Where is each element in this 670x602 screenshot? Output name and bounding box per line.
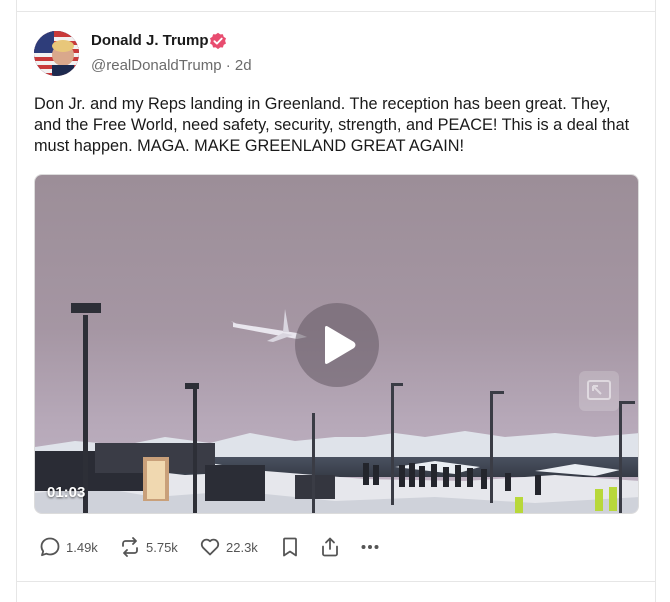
more-options-button[interactable] (359, 534, 381, 560)
author-handle[interactable]: @realDonaldTrump (91, 57, 222, 74)
picture-in-picture-icon (587, 380, 611, 400)
picture-in-picture-button[interactable] (579, 371, 619, 411)
post: Donald J. Trump @realDonaldTrump · 2d Do… (17, 12, 655, 581)
retruth-icon (122, 537, 138, 557)
divider (17, 581, 655, 582)
action-bar: 1.49k 5.75k 22.3k (39, 534, 439, 560)
bookmark-button[interactable] (279, 534, 301, 560)
verified-badge-icon (210, 32, 226, 50)
author-name[interactable]: Donald J. Trump (91, 32, 209, 49)
reply-count: 1.49k (66, 539, 98, 555)
author-meta: @realDonaldTrump · 2d (91, 57, 252, 74)
retruth-button[interactable]: 5.75k (119, 534, 178, 560)
reply-button[interactable]: 1.49k (39, 534, 98, 560)
retruth-count: 5.75k (146, 539, 178, 555)
like-count: 22.3k (226, 539, 258, 555)
post-text: Don Jr. and my Reps landing in Greenland… (34, 95, 630, 155)
reply-icon (40, 537, 60, 557)
video-duration: 01:03 (47, 484, 86, 501)
feed: Donald J. Trump @realDonaldTrump · 2d Do… (16, 0, 656, 602)
play-icon (325, 326, 356, 364)
share-button[interactable] (319, 534, 341, 560)
heart-icon (200, 538, 220, 556)
video-player[interactable]: 01:03 (34, 174, 639, 514)
play-button[interactable] (295, 303, 379, 387)
more-icon (361, 545, 379, 549)
share-icon (322, 537, 338, 557)
meta-separator: · (225, 57, 231, 74)
avatar[interactable] (34, 31, 79, 76)
like-button[interactable]: 22.3k (199, 534, 258, 560)
avatar-image (34, 31, 79, 76)
bookmark-icon (283, 537, 297, 557)
post-timestamp[interactable]: 2d (235, 57, 252, 74)
